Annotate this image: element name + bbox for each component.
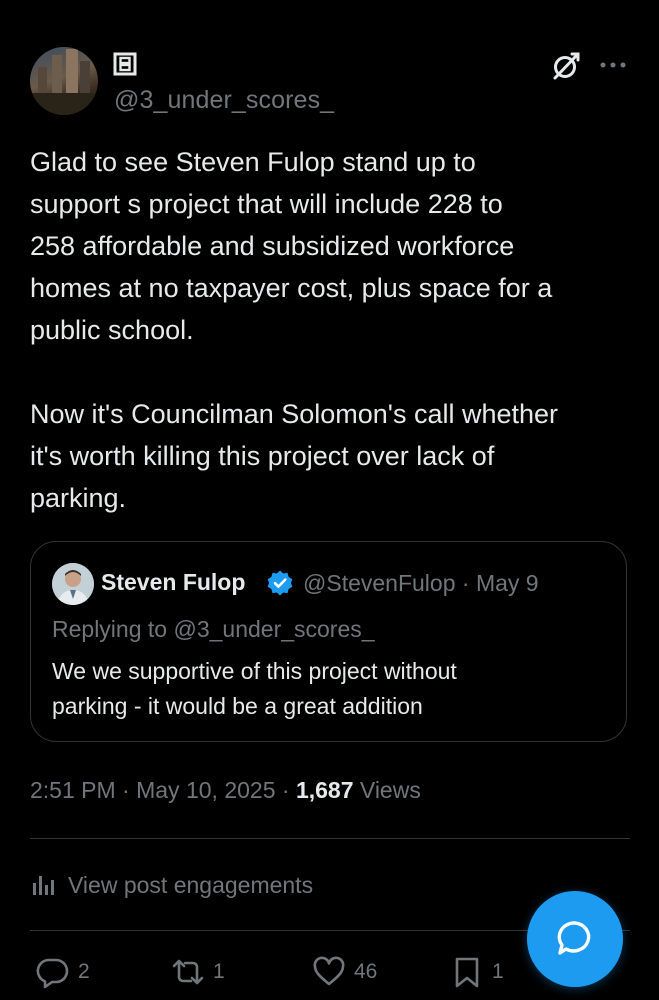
repost-icon [172,959,204,985]
heart-icon [313,956,345,986]
bookmark-count: 1 [492,960,504,983]
author-handle[interactable]: @3_under_scores_ [114,86,334,115]
quoted-post-text: We we supportive of this project without… [52,658,457,719]
post-detail-page: @3_under_scores_ Glad to see Steven Fulo… [0,0,659,1000]
views-label: Views [359,777,421,803]
post-time[interactable]: 2:51 PM [30,777,116,803]
meta-separator: · [281,777,290,803]
meta-separator: · [122,777,130,803]
views-count: 1,687 [295,777,354,803]
replying-to-prefix: Replying to [52,616,168,642]
chat-bubble-icon [557,921,591,955]
like-button[interactable]: 46 [312,952,377,992]
quoted-author-name: Steven Fulop [101,569,246,595]
identity-square-icon[interactable] [113,52,137,76]
verified-badge-icon [267,570,293,596]
author-avatar[interactable] [30,47,98,115]
bookmark-icon [455,957,479,988]
grok-icon[interactable] [550,50,582,82]
quoted-post-card[interactable]: Steven Fulop @StevenFulop · May 9 Replyi… [30,541,627,742]
like-count: 46 [354,960,378,983]
bookmark-button[interactable]: 1 [450,952,504,992]
replying-to-handle[interactable]: @3_under_scores_ [173,616,374,642]
post-date[interactable]: May 10, 2025 [136,777,275,803]
compose-chat-button[interactable] [527,891,623,987]
repost-button[interactable]: 1 [171,952,225,992]
view-engagements-link[interactable]: View post engagements [30,868,313,902]
post-text: Glad to see Steven Fulop stand up to sup… [30,147,559,513]
more-dots-icon[interactable] [598,52,628,78]
quoted-author-avatar [52,563,94,605]
post-timestamp-row: 2:51 PM · May 10, 2025 · 1,687 Views [30,777,421,804]
view-engagements-label: View post engagements [68,871,314,898]
reply-count: 2 [78,960,90,983]
quoted-author-handle: @StevenFulop [303,570,456,596]
bar-chart-icon [33,876,54,895]
repost-count: 1 [213,960,225,983]
reply-bubble-icon [36,958,69,989]
replying-to-line: Replying to @3_under_scores_ [52,616,375,643]
meta-separator: · [461,570,470,596]
quoted-post-meta: @StevenFulop · May 9 [303,570,539,597]
divider [30,838,630,839]
reply-button[interactable]: 2 [36,952,90,992]
quoted-post-date: May 9 [475,570,539,596]
